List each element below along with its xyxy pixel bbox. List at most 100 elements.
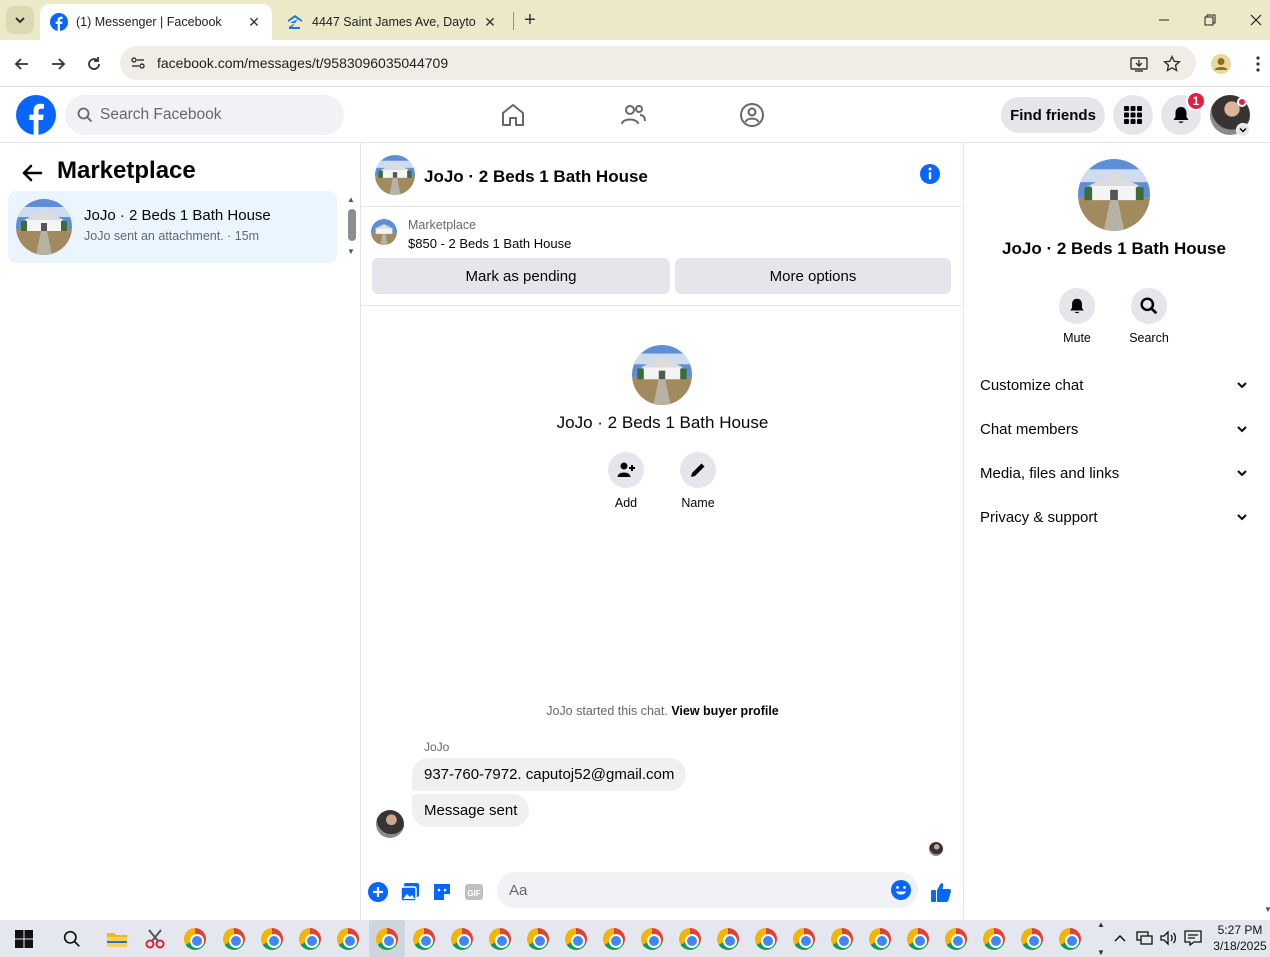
- scrollbar-thumb[interactable]: [348, 209, 356, 241]
- clock-date: 3/18/2025: [1213, 939, 1267, 953]
- chrome-taskbar-icon[interactable]: [827, 924, 857, 954]
- chrome-taskbar-icon[interactable]: [409, 924, 439, 954]
- more-options-button[interactable]: More options: [675, 258, 951, 294]
- chrome-taskbar-icon[interactable]: [941, 924, 971, 954]
- chrome-taskbar-icon[interactable]: [561, 924, 591, 954]
- chrome-taskbar-icon[interactable]: [599, 924, 629, 954]
- menu-button[interactable]: [1113, 95, 1153, 135]
- address-bar[interactable]: facebook.com/messages/t/9583096035044709: [120, 46, 1196, 80]
- chrome-taskbar-icon[interactable]: [637, 924, 667, 954]
- home-nav-button[interactable]: [498, 100, 528, 130]
- chrome-taskbar-icon[interactable]: [751, 924, 781, 954]
- close-tab-icon[interactable]: ✕: [246, 14, 262, 30]
- start-button[interactable]: [9, 924, 39, 954]
- chrome-taskbar-icon[interactable]: [485, 924, 515, 954]
- chrome-taskbar-icon[interactable]: [180, 924, 210, 954]
- browser-tab-messenger[interactable]: (1) Messenger | Facebook ✕: [40, 4, 272, 40]
- close-window-button[interactable]: [1233, 0, 1270, 40]
- chevron-down-icon: [1237, 426, 1247, 433]
- facebook-search-input[interactable]: Search Facebook: [65, 95, 344, 135]
- add-people-button[interactable]: Add: [596, 452, 656, 510]
- file-explorer-button[interactable]: [102, 924, 132, 954]
- new-tab-button[interactable]: +: [518, 8, 542, 32]
- chrome-taskbar-icon[interactable]: [333, 924, 363, 954]
- browser-profile-button[interactable]: [1207, 50, 1235, 78]
- sticker-button[interactable]: [430, 880, 454, 904]
- conversation-item[interactable]: JoJo · 2 Beds 1 Bath House JoJo sent an …: [8, 191, 337, 263]
- taskbar-search-button[interactable]: [57, 924, 87, 954]
- gif-icon: GIF: [465, 884, 483, 900]
- volume-icon[interactable]: [1160, 928, 1178, 948]
- chrome-taskbar-icon[interactable]: [1055, 924, 1085, 954]
- emoji-icon[interactable]: [890, 879, 912, 901]
- chrome-taskbar-icon[interactable]: [523, 924, 553, 954]
- groups-nav-button[interactable]: [737, 100, 767, 130]
- close-tab-icon[interactable]: ✕: [482, 14, 498, 30]
- message-bubble[interactable]: 937-760-7972. caputoj52@gmail.com: [412, 758, 687, 791]
- chat-header-avatar[interactable]: [375, 155, 415, 195]
- tab-search-button[interactable]: [6, 6, 34, 34]
- seen-indicator-avatar: [929, 842, 943, 856]
- site-info-icon[interactable]: [128, 53, 148, 73]
- chrome-taskbar-icon[interactable]: [903, 924, 933, 954]
- name-chat-button[interactable]: Name: [668, 452, 728, 510]
- find-friends-button[interactable]: Find friends: [1001, 97, 1105, 133]
- windows-logo-icon: [15, 930, 33, 948]
- view-buyer-profile-link[interactable]: View buyer profile: [671, 704, 778, 718]
- customize-chat-section[interactable]: Customize chat: [972, 363, 1256, 407]
- message-bubble[interactable]: Message sent: [412, 794, 530, 827]
- svg-text:GIF: GIF: [467, 889, 480, 898]
- restore-button[interactable]: [1187, 0, 1233, 40]
- install-app-icon[interactable]: [1129, 54, 1149, 74]
- browser-tab-zillow[interactable]: 4447 Saint James Ave, Dayton, O ✕: [276, 4, 508, 40]
- details-avatar: [1078, 159, 1150, 231]
- sender-avatar[interactable]: [376, 810, 404, 838]
- chrome-taskbar-icon[interactable]: [257, 924, 287, 954]
- account-chevron-icon[interactable]: [1236, 123, 1250, 137]
- chrome-taskbar-icon[interactable]: [979, 924, 1009, 954]
- forward-button[interactable]: [44, 50, 72, 78]
- scroll-up-arrow[interactable]: ▲: [347, 195, 355, 204]
- network-icon[interactable]: [1136, 928, 1154, 948]
- notifications-center-icon[interactable]: [1184, 928, 1202, 948]
- search-in-chat-button[interactable]: Search: [1119, 288, 1179, 345]
- info-icon[interactable]: [919, 163, 941, 185]
- back-arrow-icon[interactable]: [20, 161, 44, 185]
- chrome-taskbar-icon[interactable]: [865, 924, 895, 954]
- chrome-taskbar-icon[interactable]: [713, 924, 743, 954]
- mute-button[interactable]: Mute: [1047, 288, 1107, 345]
- chrome-taskbar-icon[interactable]: [295, 924, 325, 954]
- like-button[interactable]: [929, 880, 953, 904]
- minimize-button[interactable]: [1141, 0, 1187, 40]
- chrome-taskbar-icon[interactable]: [447, 924, 477, 954]
- more-actions-button[interactable]: [366, 880, 390, 904]
- chat-title[interactable]: JoJo · 2 Beds 1 Bath House: [424, 167, 648, 187]
- folder-icon: [107, 933, 127, 947]
- chrome-taskbar-icon-active[interactable]: [369, 920, 405, 957]
- scroll-down-arrow[interactable]: ▼: [347, 247, 355, 256]
- bookmark-star-icon[interactable]: [1162, 54, 1182, 74]
- chrome-taskbar-icon[interactable]: [1017, 924, 1047, 954]
- browser-menu-button[interactable]: [1244, 50, 1270, 78]
- chrome-taskbar-icon[interactable]: [789, 924, 819, 954]
- mark-as-pending-button[interactable]: Mark as pending: [372, 258, 670, 294]
- privacy-support-section[interactable]: Privacy & support: [972, 495, 1256, 539]
- taskbar-overflow-scroll[interactable]: ▲ ▼: [1094, 920, 1108, 957]
- chat-members-section[interactable]: Chat members: [972, 407, 1256, 451]
- back-button[interactable]: [8, 50, 36, 78]
- chrome-taskbar-icon[interactable]: [219, 924, 249, 954]
- attach-photo-button[interactable]: [398, 880, 422, 904]
- reload-button[interactable]: [80, 50, 108, 78]
- message-input[interactable]: Aa: [497, 872, 918, 908]
- friends-nav-button[interactable]: [618, 100, 648, 130]
- scroll-down-arrow[interactable]: ▼: [1264, 905, 1270, 914]
- chrome-taskbar-icon[interactable]: [675, 924, 705, 954]
- marketplace-listing-row[interactable]: Marketplace $850 - 2 Beds 1 Bath House: [361, 207, 964, 257]
- windows-taskbar: ▲ ▼ 5:27 PM 3/18/2025: [0, 920, 1270, 957]
- facebook-logo-icon[interactable]: [16, 95, 56, 135]
- system-clock[interactable]: 5:27 PM 3/18/2025: [1210, 922, 1270, 954]
- snipping-tool-button[interactable]: [140, 924, 170, 954]
- show-hidden-icons[interactable]: [1114, 928, 1126, 948]
- media-files-links-section[interactable]: Media, files and links: [972, 451, 1256, 495]
- gif-button[interactable]: GIF: [462, 880, 486, 904]
